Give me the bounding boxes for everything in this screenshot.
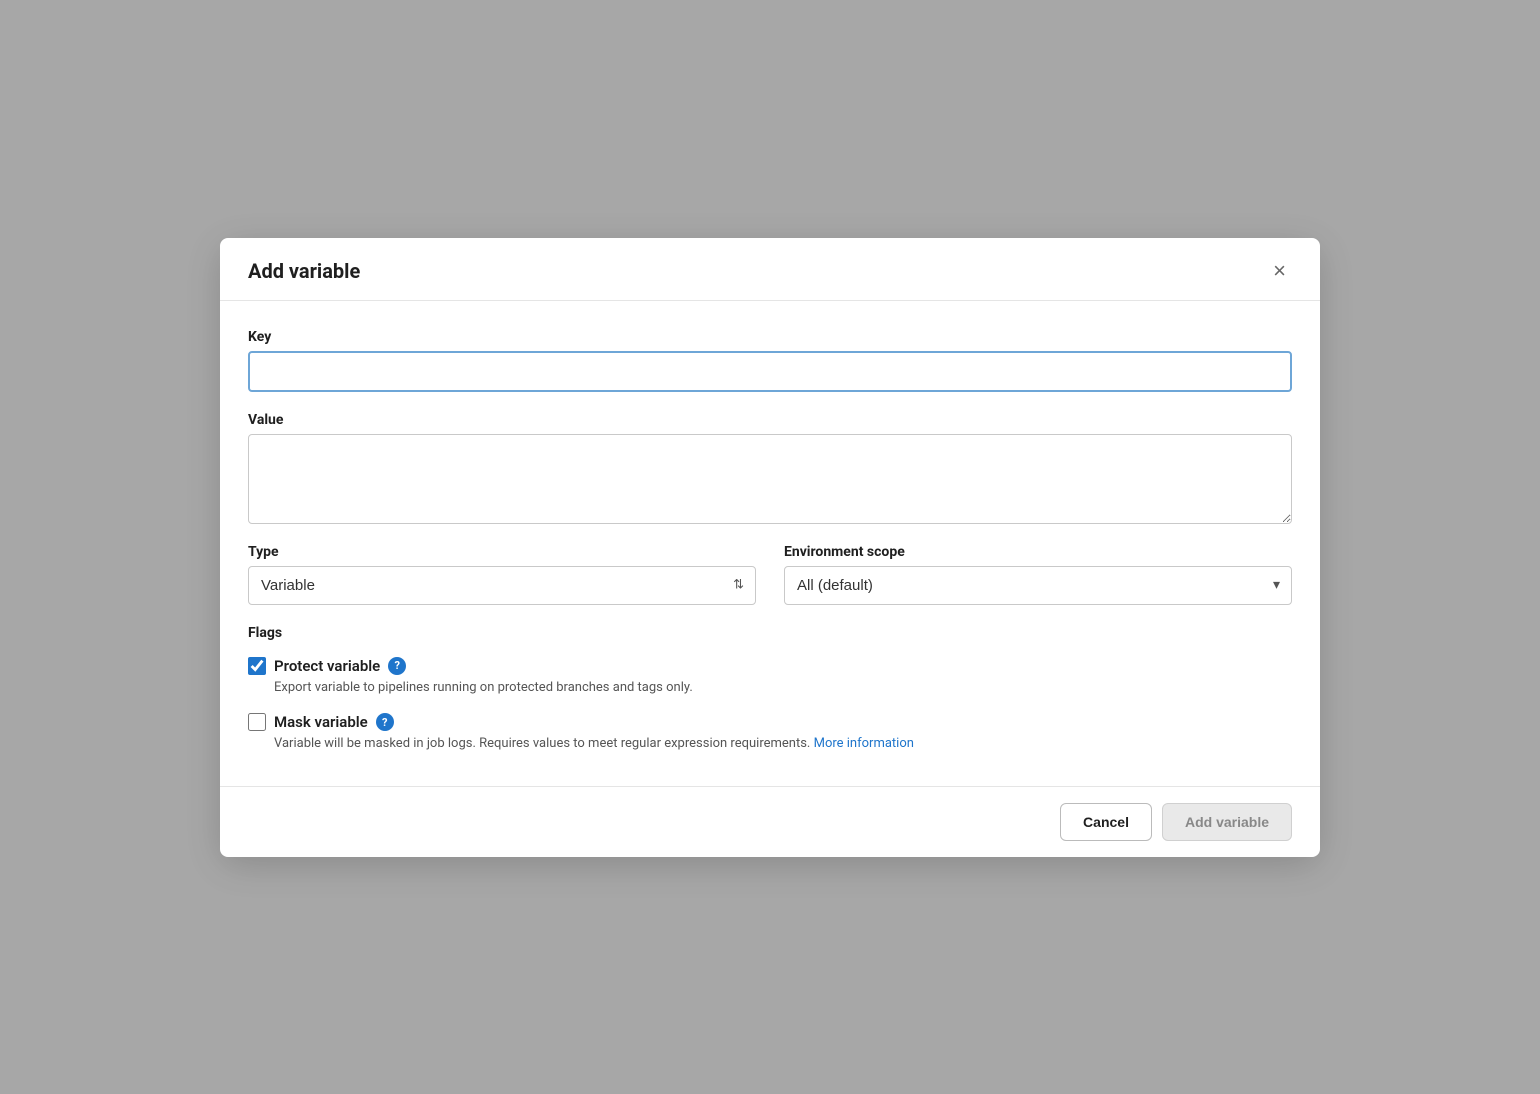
type-group: Type Variable File ⇅: [248, 544, 756, 605]
value-field-group: Value: [248, 412, 1292, 524]
protect-variable-item: Protect variable ? Export variable to pi…: [248, 653, 1292, 706]
protect-variable-checkbox[interactable]: [248, 657, 266, 675]
type-select-wrapper: Variable File ⇅: [248, 566, 756, 605]
modal-header: Add variable ×: [220, 238, 1320, 301]
env-scope-select-wrapper: All (default) production staging ▾: [784, 566, 1292, 605]
more-information-link[interactable]: More information: [814, 736, 914, 751]
type-env-row: Type Variable File ⇅ Environment scope A…: [248, 544, 1292, 605]
mask-variable-description: Variable will be masked in job logs. Req…: [274, 734, 1292, 754]
type-label: Type: [248, 544, 756, 560]
cancel-button[interactable]: Cancel: [1060, 803, 1152, 841]
key-input[interactable]: [248, 351, 1292, 392]
modal-title: Add variable: [248, 259, 360, 283]
key-label: Key: [248, 329, 1292, 345]
modal-footer: Cancel Add variable: [220, 786, 1320, 857]
close-button[interactable]: ×: [1267, 258, 1292, 284]
modal-body: Key Value Type Variable File ⇅: [220, 301, 1320, 786]
type-select[interactable]: Variable File: [248, 566, 756, 605]
protect-variable-label[interactable]: Protect variable: [274, 657, 380, 675]
protect-help-icon[interactable]: ?: [388, 657, 406, 675]
flags-title: Flags: [248, 625, 1292, 641]
mask-variable-item: Mask variable ? Variable will be masked …: [248, 709, 1292, 762]
add-variable-modal: Add variable × Key Value Type: [220, 238, 1320, 857]
mask-help-icon[interactable]: ?: [376, 713, 394, 731]
protect-variable-row: Protect variable ?: [248, 657, 1292, 675]
value-textarea[interactable]: [248, 434, 1292, 524]
env-scope-label: Environment scope: [784, 544, 1292, 560]
mask-variable-label[interactable]: Mask variable: [274, 713, 368, 731]
key-field-group: Key: [248, 329, 1292, 392]
value-label: Value: [248, 412, 1292, 428]
flags-section: Flags Protect variable ? Export variable…: [248, 625, 1292, 762]
add-variable-button[interactable]: Add variable: [1162, 803, 1292, 841]
mask-variable-row: Mask variable ?: [248, 713, 1292, 731]
modal-overlay: Add variable × Key Value Type: [0, 0, 1540, 1094]
mask-description-text: Variable will be masked in job logs. Req…: [274, 736, 810, 751]
mask-variable-checkbox[interactable]: [248, 713, 266, 731]
env-scope-group: Environment scope All (default) producti…: [784, 544, 1292, 605]
env-scope-select[interactable]: All (default) production staging: [784, 566, 1292, 605]
protect-variable-description: Export variable to pipelines running on …: [274, 678, 1292, 698]
